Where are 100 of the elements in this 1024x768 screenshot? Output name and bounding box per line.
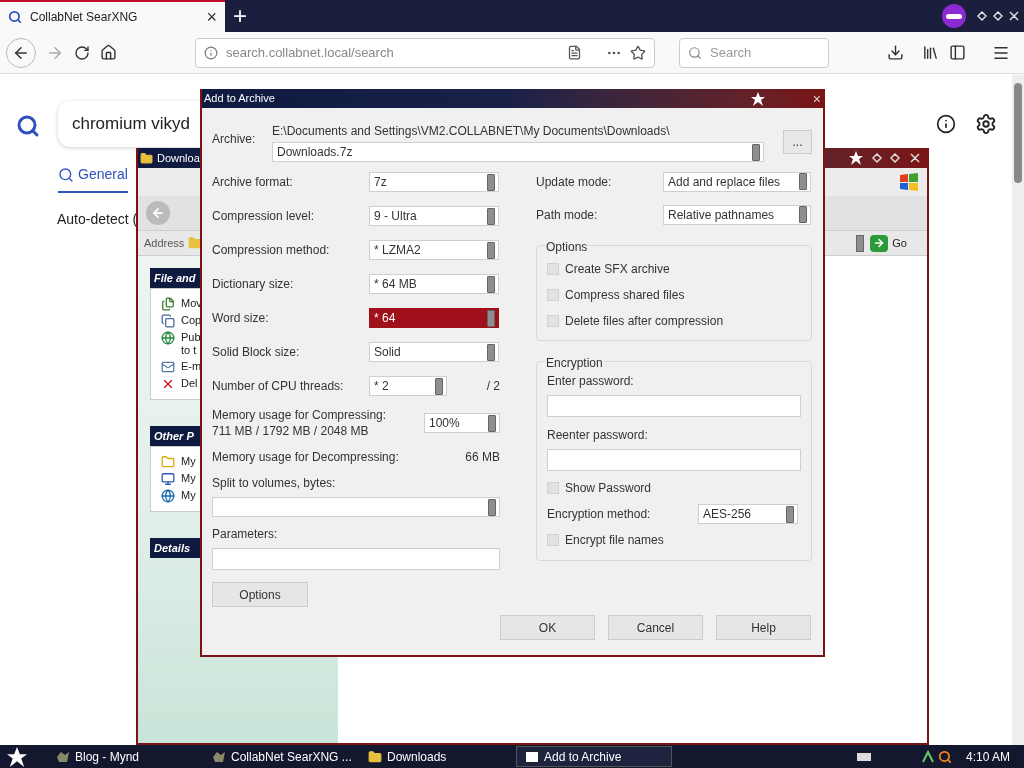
memory-decompress-label: Memory usage for Decompressing:: [212, 449, 399, 466]
combo-box[interactable]: AES-256: [698, 504, 798, 524]
password-field[interactable]: [547, 449, 801, 471]
browser-tab[interactable]: CollabNet SearXNG ×: [0, 0, 225, 32]
options-button[interactable]: Options: [212, 582, 308, 607]
archive-path: E:\Documents and Settings\VM2.COLLABNET\My Documents\Downloads\: [272, 123, 671, 140]
password-field[interactable]: [547, 395, 801, 417]
category-tab[interactable]: General: [58, 164, 128, 193]
reader-icon[interactable]: [567, 45, 582, 60]
task-link[interactable]: My: [181, 455, 196, 468]
archive-name-field[interactable]: Downloads.7z: [272, 142, 764, 162]
thread-count: / 2: [486, 378, 500, 395]
combo-box[interactable]: * 2: [369, 376, 447, 396]
dialog-button[interactable]: Cancel: [608, 615, 703, 640]
dialog-button[interactable]: Help: [716, 615, 811, 640]
field-label: Compression method:: [212, 242, 331, 259]
address-label: Address: [144, 235, 185, 251]
field-label: Update mode:: [536, 173, 613, 191]
folder-icon: [368, 749, 382, 764]
combo-box[interactable]: Relative pathnames: [663, 204, 811, 225]
taskbar-button[interactable]: Blog - Mynd: [48, 746, 204, 767]
window-controls-icon[interactable]: [871, 152, 923, 164]
app-icon: [56, 750, 70, 763]
combo-box[interactable]: * LZMA2: [369, 240, 499, 260]
taskbar-button[interactable]: Downloads: [360, 746, 516, 767]
close-button[interactable]: ×: [812, 91, 821, 106]
computer-icon: [161, 472, 175, 486]
window-title: Downloa: [157, 150, 200, 166]
new-tab-button[interactable]: +: [233, 4, 247, 28]
mail-icon: [161, 360, 175, 374]
sidebar-icon[interactable]: [949, 44, 966, 61]
task-link[interactable]: E-m: [181, 360, 202, 373]
url-bar[interactable]: search.collabnet.local/search: [195, 37, 655, 68]
task-link[interactable]: Cop: [181, 314, 202, 327]
task-link[interactable]: My: [181, 489, 196, 502]
search-icon: [688, 45, 702, 60]
field-label: Encryption method:: [547, 506, 652, 523]
close-tab-button[interactable]: ×: [206, 8, 217, 26]
combo-box[interactable]: 9 - Ultra: [369, 206, 499, 226]
task-link[interactable]: Del: [181, 377, 198, 390]
start-star-icon[interactable]: [6, 746, 28, 767]
combo-box[interactable]: Add and replace files: [663, 171, 811, 192]
combo-box[interactable]: * 64: [369, 308, 499, 328]
window-controls-icon: [974, 9, 1022, 23]
parameters-label: Parameters:: [212, 526, 279, 543]
tab-title: CollabNet SearXNG: [30, 9, 139, 26]
search-icon: [16, 114, 40, 138]
private-mask-icon: [942, 4, 966, 28]
scrollbar[interactable]: [1012, 75, 1024, 745]
search-icon: [937, 749, 952, 764]
star-icon: [849, 151, 863, 165]
reload-button[interactable]: [74, 44, 90, 61]
split-label: Split to volumes, bytes:: [212, 475, 337, 492]
combo-box[interactable]: * 64 MB: [369, 274, 499, 294]
star-icon: [750, 91, 765, 106]
memory-decompress-value: 66 MB: [465, 449, 500, 466]
field-label: Archive format:: [212, 174, 294, 191]
checkbox[interactable]: [547, 263, 559, 275]
combo-box[interactable]: 100%: [424, 413, 500, 433]
combo-box[interactable]: 7z: [369, 172, 499, 192]
field-label: Reenter password:: [547, 427, 649, 444]
download-icon[interactable]: [887, 44, 904, 61]
browse-button[interactable]: ...: [783, 130, 812, 154]
archive-label: Archive:: [212, 131, 257, 148]
combo-box[interactable]: Solid: [369, 342, 499, 362]
checkbox-label: Delete files after compression: [565, 313, 724, 330]
copy-icon: [161, 314, 175, 328]
app-icon: [212, 750, 226, 763]
dialog-button[interactable]: OK: [500, 615, 595, 640]
checkbox[interactable]: [547, 289, 559, 301]
search-icon: [8, 10, 22, 24]
field-label: Number of CPU threads:: [212, 378, 345, 395]
folder-icon: [161, 455, 175, 469]
checkbox[interactable]: [547, 534, 559, 546]
home-button[interactable]: [100, 44, 117, 61]
task-link[interactable]: Pub: [181, 331, 201, 344]
field-label: Dictionary size:: [212, 276, 295, 293]
keyboard-icon: [856, 752, 871, 761]
checkbox-label: Compress shared files: [565, 287, 685, 304]
parameters-field[interactable]: [212, 548, 500, 570]
split-volumes-field[interactable]: [212, 497, 500, 517]
info-icon[interactable]: [936, 114, 956, 134]
folder-icon: [140, 151, 153, 165]
star-icon[interactable]: [630, 44, 646, 61]
address-dropdown-icon[interactable]: [856, 234, 865, 252]
library-icon[interactable]: [922, 44, 939, 61]
windows-logo-icon: [899, 173, 919, 191]
delete-icon: [161, 377, 175, 391]
settings-icon[interactable]: [975, 113, 997, 135]
clock: 4:10 AM: [965, 748, 1010, 766]
taskbar-button[interactable]: CollabNet SearXNG ...: [204, 746, 360, 767]
checkbox[interactable]: [547, 315, 559, 327]
checkbox-label: Create SFX archive: [565, 261, 670, 278]
checkbox[interactable]: [547, 482, 559, 494]
url-text: search.collabnet.local/search: [226, 43, 395, 62]
memory-compress-text: Memory usage for Compressing: 711 MB / 1792 MB / 2048 MB: [212, 407, 388, 439]
task-link[interactable]: My: [181, 472, 196, 485]
field-label: Solid Block size:: [212, 344, 301, 361]
taskbar-button[interactable]: Add to Archive: [516, 746, 672, 767]
task-link[interactable]: to t: [181, 344, 201, 357]
